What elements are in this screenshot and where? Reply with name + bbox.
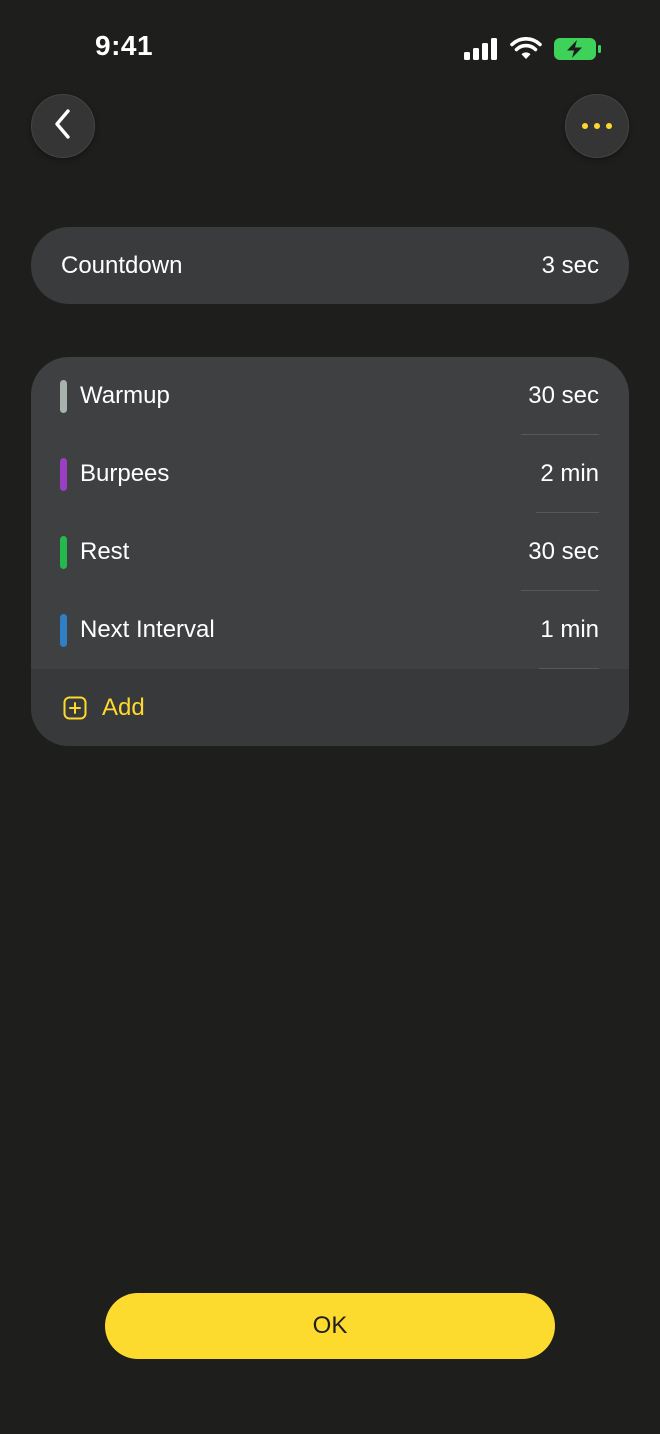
plus-square-icon xyxy=(63,696,87,725)
interval-color-bar xyxy=(60,536,67,569)
interval-name: Warmup xyxy=(80,382,170,409)
interval-duration: 30 sec xyxy=(528,382,599,409)
add-label: Add xyxy=(102,693,145,721)
interval-duration: 1 min xyxy=(540,616,599,643)
intervals-list: Warmup 30 sec Burpees 2 min Rest 30 sec … xyxy=(31,357,629,746)
back-button[interactable] xyxy=(31,94,95,158)
interval-duration: 2 min xyxy=(540,460,599,487)
interval-row-next-interval[interactable]: Next Interval 1 min xyxy=(31,591,629,669)
interval-row-warmup[interactable]: Warmup 30 sec xyxy=(31,357,629,435)
interval-name: Burpees xyxy=(80,460,170,487)
interval-row-rest[interactable]: Rest 30 sec xyxy=(31,513,629,591)
ellipsis-icon xyxy=(581,117,613,135)
status-time: 9:41 xyxy=(95,30,154,61)
status-bar: 9:41 xyxy=(0,0,660,96)
more-options-button[interactable] xyxy=(565,94,629,158)
interval-color-bar xyxy=(60,614,67,647)
countdown-value: 3 sec xyxy=(541,251,599,279)
interval-name: Next Interval xyxy=(80,616,215,643)
add-interval-button[interactable]: Add xyxy=(31,669,629,746)
countdown-row[interactable]: Countdown 3 sec xyxy=(31,227,629,304)
cellular-signal-icon xyxy=(464,38,498,60)
interval-color-bar xyxy=(60,380,67,413)
interval-name: Rest xyxy=(80,538,130,565)
chevron-left-icon xyxy=(52,108,74,145)
interval-duration: 30 sec xyxy=(528,538,599,565)
ok-button[interactable]: OK xyxy=(105,1293,555,1359)
interval-color-bar xyxy=(60,458,67,491)
status-icons xyxy=(464,36,602,62)
countdown-label: Countdown xyxy=(61,251,183,279)
wifi-icon xyxy=(510,37,542,61)
interval-row-burpees[interactable]: Burpees 2 min xyxy=(31,435,629,513)
battery-charging-icon xyxy=(554,37,602,61)
